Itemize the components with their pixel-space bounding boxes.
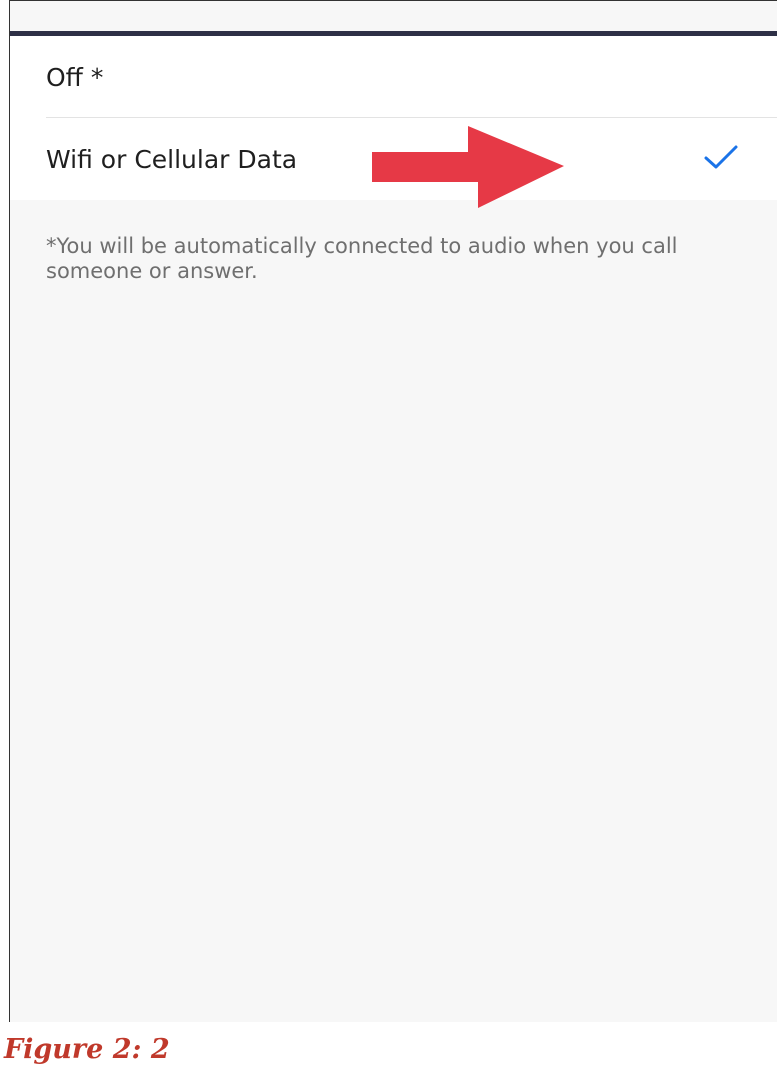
audio-footnote: *You will be automatically connected to … xyxy=(46,234,678,283)
app-screenshot: Off * Wifi or Cellular Data *You will be… xyxy=(9,0,777,1022)
option-wifi-label: Wifi or Cellular Data xyxy=(46,144,298,174)
option-off[interactable]: Off * xyxy=(10,36,777,118)
checkmark-icon xyxy=(704,145,738,169)
red-arrow-icon xyxy=(372,126,564,208)
option-off-label: Off * xyxy=(46,62,104,92)
figure-caption: Figure 2: 2 xyxy=(4,1034,170,1065)
